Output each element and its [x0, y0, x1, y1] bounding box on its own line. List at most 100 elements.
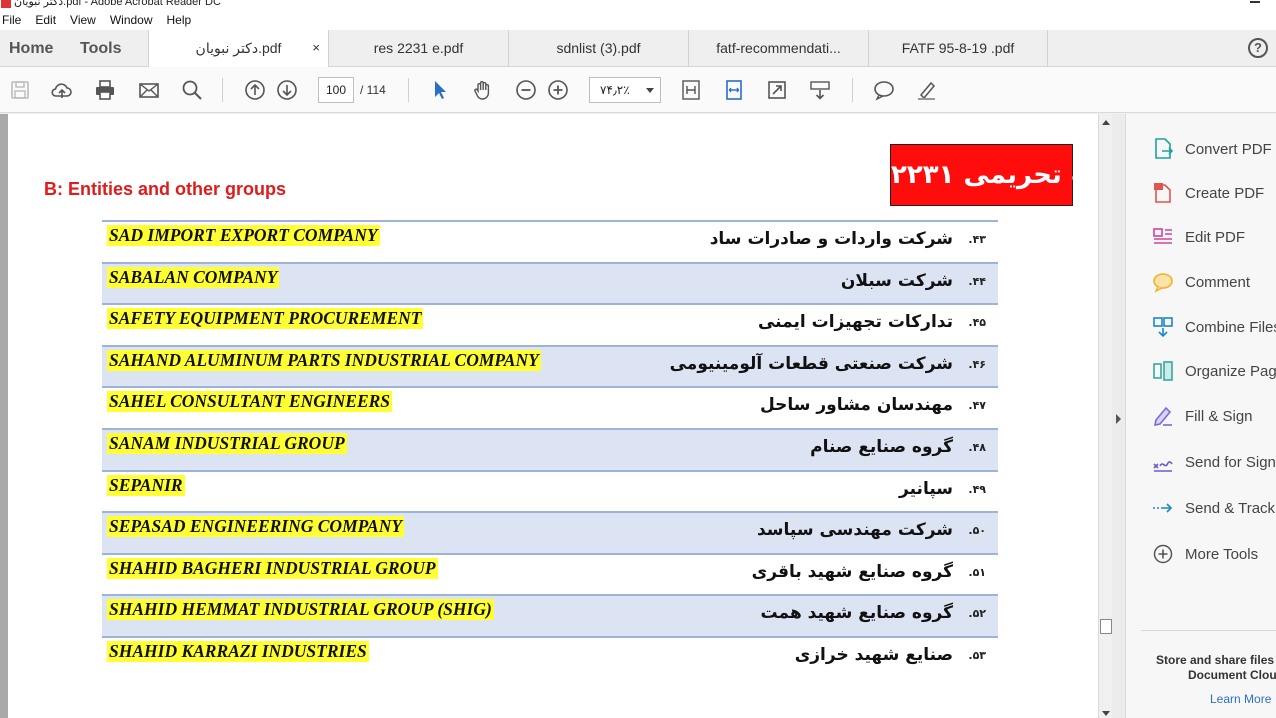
- entity-name-en: SHAHID HEMMAT INDUSTRIAL GROUP (SHIG): [107, 599, 494, 621]
- send-track-icon: [1153, 503, 1173, 513]
- entity-name-en: SEPASAD ENGINEERING COMPANY: [107, 516, 405, 538]
- hand-tool-icon[interactable]: [471, 78, 495, 102]
- tool-edit-pdf[interactable]: Edit PDF: [1126, 217, 1276, 257]
- title-bar: دکتر نبویان.pdf - Adobe Acrobat Reader D…: [0, 0, 1276, 10]
- send-signature-icon: [1153, 461, 1173, 472]
- entity-number: ۴۵.: [968, 316, 986, 330]
- sanction-list-stamp: لیست تحریمی ۲۲۳۱: [890, 144, 1098, 206]
- doc-tab-fatf-recommendations[interactable]: fatf-recommendati...: [688, 30, 868, 67]
- menu-window[interactable]: Window: [107, 13, 156, 27]
- section-heading: B: Entities and other groups: [44, 179, 287, 199]
- tool-send-signature[interactable]: Send for Signature: [1126, 442, 1276, 482]
- edit-pdf-icon: [1153, 228, 1172, 244]
- entity-name-fa: شرکت مهندسی سپاسد: [756, 520, 953, 541]
- tool-label: Convert PDF: [1185, 141, 1272, 158]
- vertical-scrollbar[interactable]: [1098, 114, 1112, 718]
- doc-tab-active[interactable]: دکتر نبویان.pdf ×: [148, 30, 328, 68]
- fit-page-icon[interactable]: [679, 78, 703, 102]
- tool-fill-sign[interactable]: Fill & Sign: [1126, 396, 1276, 436]
- entity-name-fa: گروه صنایع صنام: [810, 436, 953, 457]
- table-row: SAFETY EQUIPMENT PROCUREMENT تدارکات تجه…: [102, 303, 998, 345]
- search-icon[interactable]: [180, 78, 204, 102]
- doc-tab-label: sdnlist (3).pdf: [556, 40, 641, 56]
- combine-files-icon: [1153, 317, 1173, 338]
- table-row: SAHAND ALUMINUM PARTS INDUSTRIAL COMPANY…: [102, 344, 998, 387]
- menu-view[interactable]: View: [67, 13, 99, 27]
- upload-cloud-icon[interactable]: [50, 78, 74, 102]
- tool-comment[interactable]: Comment: [1126, 262, 1276, 302]
- highlight-pen-icon[interactable]: [915, 78, 939, 102]
- scrolling-mode-icon[interactable]: [808, 78, 832, 102]
- print-icon[interactable]: [93, 78, 117, 102]
- tool-label: Send for Signature: [1185, 454, 1276, 471]
- table-row: SANAM INDUSTRIAL GROUP گروه صنایع صنام ۴…: [102, 427, 998, 470]
- help-icon[interactable]: ?: [1248, 38, 1268, 58]
- scroll-down-arrow-icon[interactable]: [1102, 711, 1110, 716]
- table-row: SAD IMPORT EXPORT COMPANY شرکت واردات و …: [102, 220, 998, 262]
- table-row: SHAHID HEMMAT INDUSTRIAL GROUP (SHIG) گر…: [102, 594, 998, 636]
- zoom-level-select[interactable]: ۷۴٫۲٪: [589, 77, 661, 103]
- entity-name-en: SHAHID BAGHERI INDUSTRIAL GROUP: [107, 557, 438, 579]
- pdf-page: لیست تحریمی ۲۲۳۱ B: Entities and other g…: [8, 114, 1098, 718]
- organize-pages-icon: [1153, 361, 1173, 381]
- entity-number: ۴۴.: [968, 274, 986, 288]
- entity-name-en: SAFETY EQUIPMENT PROCUREMENT: [107, 308, 424, 330]
- doc-tab-fatf[interactable]: FATF 95-8-19 .pdf: [868, 30, 1048, 67]
- learn-more-link[interactable]: Learn More: [1210, 692, 1271, 706]
- doc-tab-label: fatf-recommendati...: [716, 40, 841, 56]
- entity-number: ۴۷.: [968, 399, 986, 413]
- table-row: SHAHID KARRAZI INDUSTRIES صنایع شهید خرا…: [102, 635, 998, 678]
- scrollbar-thumb[interactable]: [1100, 619, 1112, 634]
- tool-label: Combine Files: [1185, 319, 1276, 336]
- close-tab-icon[interactable]: ×: [312, 30, 320, 66]
- entities-table: SAD IMPORT EXPORT COMPANY شرکت واردات و …: [102, 220, 998, 678]
- menu-file[interactable]: File: [0, 13, 24, 27]
- doc-tab-res2231[interactable]: res 2231 e.pdf: [328, 30, 508, 67]
- entity-number: ۴۶.: [968, 357, 986, 371]
- fit-width-icon[interactable]: [722, 78, 746, 102]
- tool-send-track[interactable]: Send & Track: [1126, 488, 1276, 528]
- tool-organize-pages[interactable]: Organize Pages: [1126, 351, 1276, 391]
- full-screen-icon[interactable]: [765, 78, 789, 102]
- tool-convert-pdf[interactable]: Convert PDF: [1126, 129, 1276, 169]
- table-row: SHAHID BAGHERI INDUSTRIAL GROUP گروه صنا…: [102, 552, 998, 595]
- tool-label: More Tools: [1185, 546, 1259, 563]
- tool-more-tools[interactable]: More Tools: [1126, 534, 1276, 574]
- scroll-up-arrow-icon[interactable]: [1102, 120, 1110, 125]
- tab-home[interactable]: Home: [9, 30, 53, 67]
- save-icon[interactable]: [8, 78, 32, 102]
- tab-tools[interactable]: Tools: [80, 30, 121, 67]
- tool-combine-files[interactable]: Combine Files: [1126, 307, 1276, 347]
- comment-icon[interactable]: [872, 78, 896, 102]
- tab-bar: Home Tools دکتر نبویان.pdf × res 2231 e.…: [0, 30, 1276, 68]
- zoom-out-icon[interactable]: [514, 78, 538, 102]
- tool-label: Edit PDF: [1185, 229, 1246, 246]
- select-cursor-icon[interactable]: [428, 78, 452, 102]
- tool-label: Send & Track: [1185, 500, 1276, 517]
- page-number-input[interactable]: 100: [318, 77, 354, 103]
- email-icon[interactable]: [137, 78, 161, 102]
- menu-help[interactable]: Help: [164, 13, 195, 27]
- doc-tab-sdnlist[interactable]: sdnlist (3).pdf: [508, 30, 688, 67]
- fill-sign-icon: [1153, 406, 1172, 427]
- entity-name-fa: شرکت واردات و صادرات ساد: [709, 229, 953, 249]
- chevron-down-icon: [646, 88, 654, 93]
- tool-create-pdf[interactable]: Create PDF: [1126, 173, 1276, 213]
- document-viewport[interactable]: لیست تحریمی ۲۲۳۱ B: Entities and other g…: [0, 114, 1098, 718]
- document-cloud-promo: Store and share files in the Document Cl…: [1141, 630, 1276, 706]
- page-total: / 114: [360, 83, 386, 97]
- minimize-button[interactable]: [1250, 1, 1260, 3]
- right-pane-toggle[interactable]: [1112, 114, 1126, 718]
- entity-name-en: SAHEL CONSULTANT ENGINEERS: [107, 391, 393, 413]
- entity-name-en: SAD IMPORT EXPORT COMPANY: [107, 225, 380, 246]
- entity-number: ۵۲.: [968, 607, 986, 621]
- previous-page-icon[interactable]: [243, 78, 267, 102]
- tools-pane: Convert PDF Create PDF Edit PDF Comment …: [1126, 114, 1276, 718]
- doc-tab-label: res 2231 e.pdf: [373, 40, 464, 56]
- acrobat-logo-icon: [1, 0, 11, 8]
- toolbar-separator: [222, 78, 223, 102]
- next-page-icon[interactable]: [275, 78, 299, 102]
- menu-edit[interactable]: Edit: [32, 13, 59, 27]
- zoom-in-icon[interactable]: [546, 78, 570, 102]
- table-row: SABALAN COMPANY شرکت سبلان ۴۴.: [102, 261, 998, 304]
